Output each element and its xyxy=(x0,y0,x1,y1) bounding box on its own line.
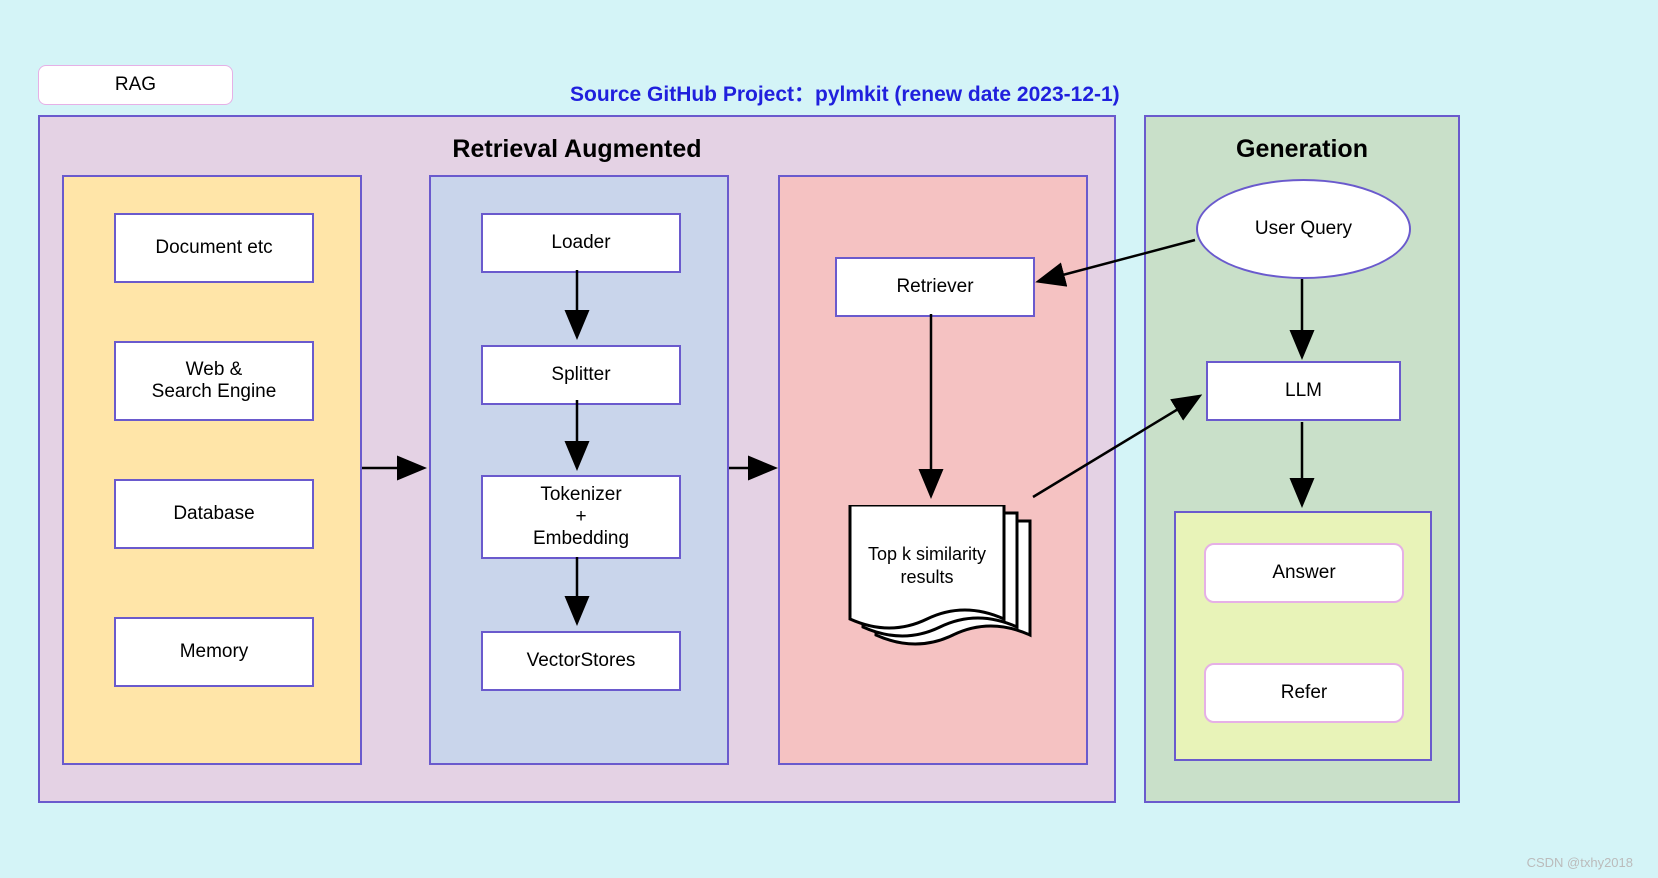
watermark: CSDN @txhy2018 xyxy=(1527,855,1633,870)
retriever-box: Retriever xyxy=(835,257,1035,317)
results-label-line1: Top k similarity xyxy=(868,544,986,564)
rag-badge: RAG xyxy=(38,65,233,105)
generation-title: Generation xyxy=(1146,135,1458,164)
pipeline-panel: Loader Splitter Tokenizer + Embedding Ve… xyxy=(429,175,729,765)
loader-box: Loader xyxy=(481,213,681,273)
vectorstores-box: VectorStores xyxy=(481,631,681,691)
source-database-box: Database xyxy=(114,479,314,549)
splitter-box: Splitter xyxy=(481,345,681,405)
tokenizer-embedding-box: Tokenizer + Embedding xyxy=(481,475,681,559)
document-stack-icon: Top k similarity results xyxy=(830,505,1050,680)
llm-box: LLM xyxy=(1206,361,1401,421)
source-memory-box: Memory xyxy=(114,617,314,687)
results-label-line2: results xyxy=(900,567,953,587)
sources-panel: Document etc Web & Search Engine Databas… xyxy=(62,175,362,765)
source-document-box: Document etc xyxy=(114,213,314,283)
retrieval-title: Retrieval Augmented xyxy=(40,135,1114,164)
output-panel: Answer Refer xyxy=(1174,511,1432,761)
retrieval-augmented-panel: Retrieval Augmented Document etc Web & S… xyxy=(38,115,1116,803)
retriever-panel: Retriever Top k similarity results xyxy=(778,175,1088,765)
answer-box: Answer xyxy=(1204,543,1404,603)
source-web-box: Web & Search Engine xyxy=(114,341,314,421)
refer-box: Refer xyxy=(1204,663,1404,723)
page-title: Source GitHub Project：pylmkit (renew dat… xyxy=(570,78,1120,108)
generation-panel: Generation User Query LLM Answer Refer xyxy=(1144,115,1460,803)
user-query-ellipse: User Query xyxy=(1196,179,1411,279)
